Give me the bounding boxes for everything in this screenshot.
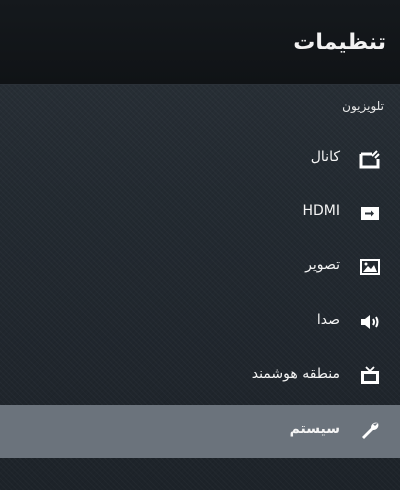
wrench-icon: [358, 419, 382, 443]
page-title: تنظیمات: [293, 30, 386, 55]
menu-item-smart-zone[interactable]: منطقه هوشمند: [0, 350, 400, 402]
channel-icon: [358, 147, 382, 171]
menu-item-sound[interactable]: صدا: [0, 296, 400, 348]
tv-icon: [358, 364, 382, 388]
picture-icon: [358, 255, 382, 279]
menu-item-label: سیستم: [289, 421, 340, 437]
settings-header: تنظیمات: [0, 0, 400, 85]
menu-item-label: کانال: [310, 149, 340, 165]
menu-item-label: منطقه هوشمند: [251, 366, 340, 382]
settings-screen: تنظیمات تلویزیون کانال HDMI تصویر صدا من…: [0, 0, 400, 490]
menu-item-channel[interactable]: کانال: [0, 133, 400, 185]
menu-item-label: صدا: [316, 312, 340, 328]
section-label-tv: تلویزیون: [342, 99, 384, 113]
menu-item-label: تصویر: [305, 257, 340, 273]
menu-item-label: HDMI: [302, 203, 340, 219]
menu-item-system[interactable]: سیستم: [0, 405, 400, 458]
menu-item-hdmi[interactable]: HDMI: [0, 187, 400, 239]
speaker-icon: [358, 310, 382, 334]
menu-item-picture[interactable]: تصویر: [0, 241, 400, 293]
hdmi-input-icon: [358, 201, 382, 225]
